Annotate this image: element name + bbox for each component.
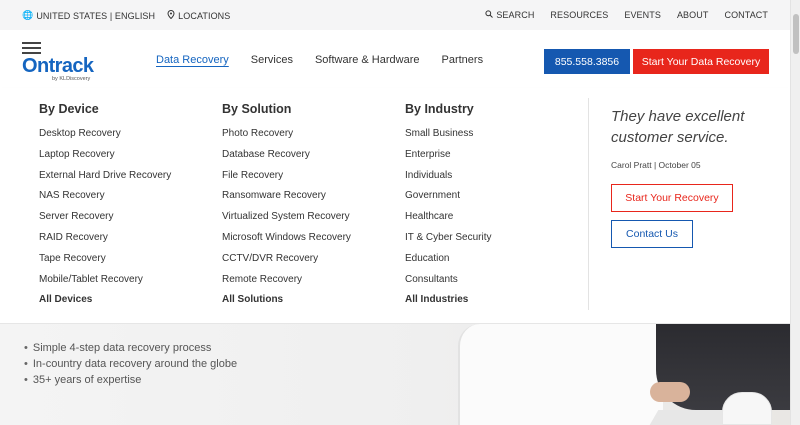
hero-bullet: 35+ years of expertise: [24, 372, 237, 388]
locations-link[interactable]: LOCATIONS: [167, 9, 231, 21]
menu-link[interactable]: Tape Recovery: [39, 249, 171, 270]
testimonial-quote: They have excellent customer service.: [611, 108, 745, 146]
menu-link[interactable]: Photo Recovery: [222, 124, 351, 145]
mega-menu: By Device Desktop Recovery Laptop Recove…: [0, 88, 790, 324]
menu-link[interactable]: Education: [405, 249, 492, 270]
nav-services[interactable]: Services: [251, 54, 293, 66]
all-industries-link[interactable]: All Industries: [405, 290, 492, 311]
menu-link[interactable]: Remote Recovery: [222, 270, 351, 291]
by-solution-column: By Solution Photo Recovery Database Reco…: [222, 102, 351, 311]
phone-button[interactable]: 855.558.3856: [544, 49, 630, 74]
menu-link[interactable]: Server Recovery: [39, 207, 171, 228]
menu-link[interactable]: RAID Recovery: [39, 228, 171, 249]
menu-link[interactable]: Individuals: [405, 166, 492, 187]
by-solution-heading: By Solution: [222, 102, 292, 116]
by-industry-column: By Industry Small Business Enterprise In…: [405, 102, 492, 311]
start-data-recovery-button[interactable]: Start Your Data Recovery: [633, 49, 769, 74]
laptop-image: [458, 324, 663, 425]
ontrack-logo[interactable]: Ontrack: [22, 55, 94, 78]
main-header: Ontrack by KLDiscovery Data Recovery Ser…: [0, 30, 790, 88]
menu-link[interactable]: Desktop Recovery: [39, 124, 171, 145]
by-device-column: By Device Desktop Recovery Laptop Recove…: [39, 102, 171, 311]
menu-link[interactable]: Healthcare: [405, 207, 492, 228]
nav-partners[interactable]: Partners: [442, 54, 484, 66]
region-selector[interactable]: 🌐 UNITED STATES | ENGLISH: [22, 11, 155, 21]
hero-bullet: In-country data recovery around the glob…: [24, 356, 237, 372]
column-divider: [588, 98, 589, 310]
menu-link[interactable]: Consultants: [405, 270, 492, 291]
hero-section: Simple 4-step data recovery process In-c…: [0, 324, 790, 425]
by-device-heading: By Device: [39, 102, 99, 116]
menu-link[interactable]: Small Business: [405, 124, 492, 145]
all-devices-link[interactable]: All Devices: [39, 290, 171, 311]
resources-link[interactable]: RESOURCES: [550, 10, 608, 20]
region-label: UNITED STATES | ENGLISH: [36, 10, 156, 21]
menu-link[interactable]: IT & Cyber Security: [405, 228, 492, 249]
hero-bullet: Simple 4-step data recovery process: [24, 340, 237, 356]
scrollbar-thumb[interactable]: [793, 14, 799, 54]
menu-link[interactable]: Microsoft Windows Recovery: [222, 228, 351, 249]
menu-link[interactable]: Mobile/Tablet Recovery: [39, 270, 171, 291]
menu-link[interactable]: Database Recovery: [222, 145, 351, 166]
testimonial-author: Carol Pratt | October 05: [611, 160, 701, 170]
all-solutions-link[interactable]: All Solutions: [222, 290, 351, 311]
location-pin-icon: [167, 9, 175, 21]
search-label: SEARCH: [496, 10, 535, 20]
contact-us-button[interactable]: Contact Us: [611, 220, 693, 248]
utility-bar: 🌐 UNITED STATES | ENGLISH LOCATIONS SEAR…: [0, 0, 790, 30]
nav-software-hardware[interactable]: Software & Hardware: [315, 54, 420, 66]
page-scrollbar[interactable]: [790, 0, 800, 425]
search-link[interactable]: SEARCH: [485, 10, 534, 20]
nav-data-recovery[interactable]: Data Recovery: [156, 54, 229, 66]
globe-icon: 🌐: [22, 10, 34, 20]
menu-link[interactable]: NAS Recovery: [39, 186, 171, 207]
locations-label: LOCATIONS: [178, 10, 231, 21]
contact-link[interactable]: CONTACT: [724, 10, 768, 20]
hand-image: [650, 382, 690, 402]
utility-left: 🌐 UNITED STATES | ENGLISH LOCATIONS: [22, 9, 231, 21]
menu-link[interactable]: Laptop Recovery: [39, 145, 171, 166]
menu-link[interactable]: Virtualized System Recovery: [222, 207, 351, 228]
by-industry-heading: By Industry: [405, 102, 474, 116]
hero-bullets: Simple 4-step data recovery process In-c…: [24, 340, 237, 388]
menu-link[interactable]: Enterprise: [405, 145, 492, 166]
utility-right: SEARCH RESOURCES EVENTS ABOUT CONTACT: [485, 10, 768, 20]
cup-image: [722, 392, 772, 425]
menu-link[interactable]: Government: [405, 186, 492, 207]
search-icon: [485, 10, 494, 20]
main-nav: Data Recovery Services Software & Hardwa…: [156, 54, 483, 66]
logo-subtext: by KLDiscovery: [52, 76, 91, 82]
menu-link[interactable]: CCTV/DVR Recovery: [222, 249, 351, 270]
menu-link[interactable]: File Recovery: [222, 166, 351, 187]
start-your-recovery-button[interactable]: Start Your Recovery: [611, 184, 733, 212]
menu-link[interactable]: External Hard Drive Recovery: [39, 166, 171, 187]
menu-link[interactable]: Ransomware Recovery: [222, 186, 351, 207]
events-link[interactable]: EVENTS: [624, 10, 661, 20]
about-link[interactable]: ABOUT: [677, 10, 709, 20]
